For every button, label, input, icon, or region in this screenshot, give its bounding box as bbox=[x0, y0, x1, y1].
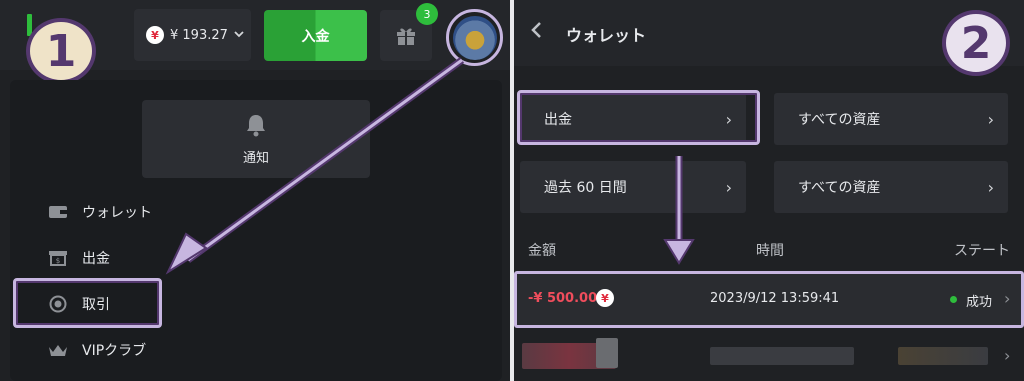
bell-icon bbox=[247, 114, 265, 136]
balance-amount: ¥ 193.27 bbox=[170, 27, 228, 43]
transaction-row-highlight bbox=[514, 271, 1024, 328]
yen-currency-icon: ¥ bbox=[146, 26, 164, 44]
filter-period-select[interactable]: 過去 60 日間 › bbox=[520, 161, 746, 213]
filter-asset-select-2[interactable]: すべての資産 › bbox=[774, 161, 1008, 213]
left-panel: ¥ ¥ 193.27 入金 3 1 通知 ウォレット $ 出金 取引 VIPクラ… bbox=[0, 0, 510, 381]
svg-text:$: $ bbox=[56, 257, 60, 265]
redacted-status bbox=[898, 347, 988, 365]
chevron-right-icon: › bbox=[987, 177, 994, 197]
notification-button[interactable]: 通知 bbox=[142, 100, 370, 178]
filter-label: すべての資産 bbox=[798, 180, 881, 196]
menu-item-vip-club[interactable]: VIPクラブ bbox=[48, 337, 146, 363]
menu-item-wallet[interactable]: ウォレット bbox=[48, 199, 152, 225]
redacted-time bbox=[710, 347, 854, 365]
chevron-right-icon: › bbox=[725, 177, 732, 197]
chevron-left-icon bbox=[531, 22, 541, 38]
chevron-right-icon: › bbox=[987, 109, 994, 129]
withdraw-filter-highlight bbox=[517, 90, 760, 145]
filter-label: 過去 60 日間 bbox=[544, 180, 627, 196]
profile-avatar-button[interactable] bbox=[446, 9, 503, 66]
gift-icon bbox=[397, 28, 415, 45]
chevron-right-icon[interactable]: › bbox=[1004, 346, 1010, 365]
withdraw-icon: $ bbox=[48, 250, 68, 266]
step-1-marker: 1 bbox=[26, 18, 96, 84]
account-menu: 通知 ウォレット $ 出金 取引 VIPクラブ bbox=[10, 80, 502, 381]
wallet-icon bbox=[48, 204, 68, 220]
deposit-button[interactable]: 入金 bbox=[264, 10, 367, 61]
transactions-highlight bbox=[13, 278, 162, 328]
menu-item-label: 出金 bbox=[82, 251, 110, 267]
filter-label: すべての資産 bbox=[798, 112, 881, 128]
notification-label: 通知 bbox=[242, 150, 269, 166]
menu-item-label: ウォレット bbox=[82, 205, 152, 221]
redacted-currency bbox=[596, 338, 618, 368]
gift-count-badge: 3 bbox=[416, 3, 438, 25]
menu-item-label: VIPクラブ bbox=[82, 343, 147, 359]
column-header-time: 時間 bbox=[756, 243, 784, 259]
menu-item-withdraw[interactable]: $ 出金 bbox=[48, 245, 110, 271]
page-title: ウォレット bbox=[566, 26, 647, 45]
column-header-status: ステート bbox=[954, 243, 1010, 259]
avatar bbox=[452, 15, 497, 60]
back-button[interactable] bbox=[530, 20, 542, 44]
balance-selector[interactable]: ¥ ¥ 193.27 bbox=[134, 9, 251, 61]
chevron-down-icon bbox=[234, 30, 244, 41]
step-2-marker: 2 bbox=[942, 10, 1010, 76]
crown-icon bbox=[48, 342, 68, 358]
filter-asset-select[interactable]: すべての資産 › bbox=[774, 93, 1008, 145]
column-header-amount: 金額 bbox=[528, 243, 556, 259]
